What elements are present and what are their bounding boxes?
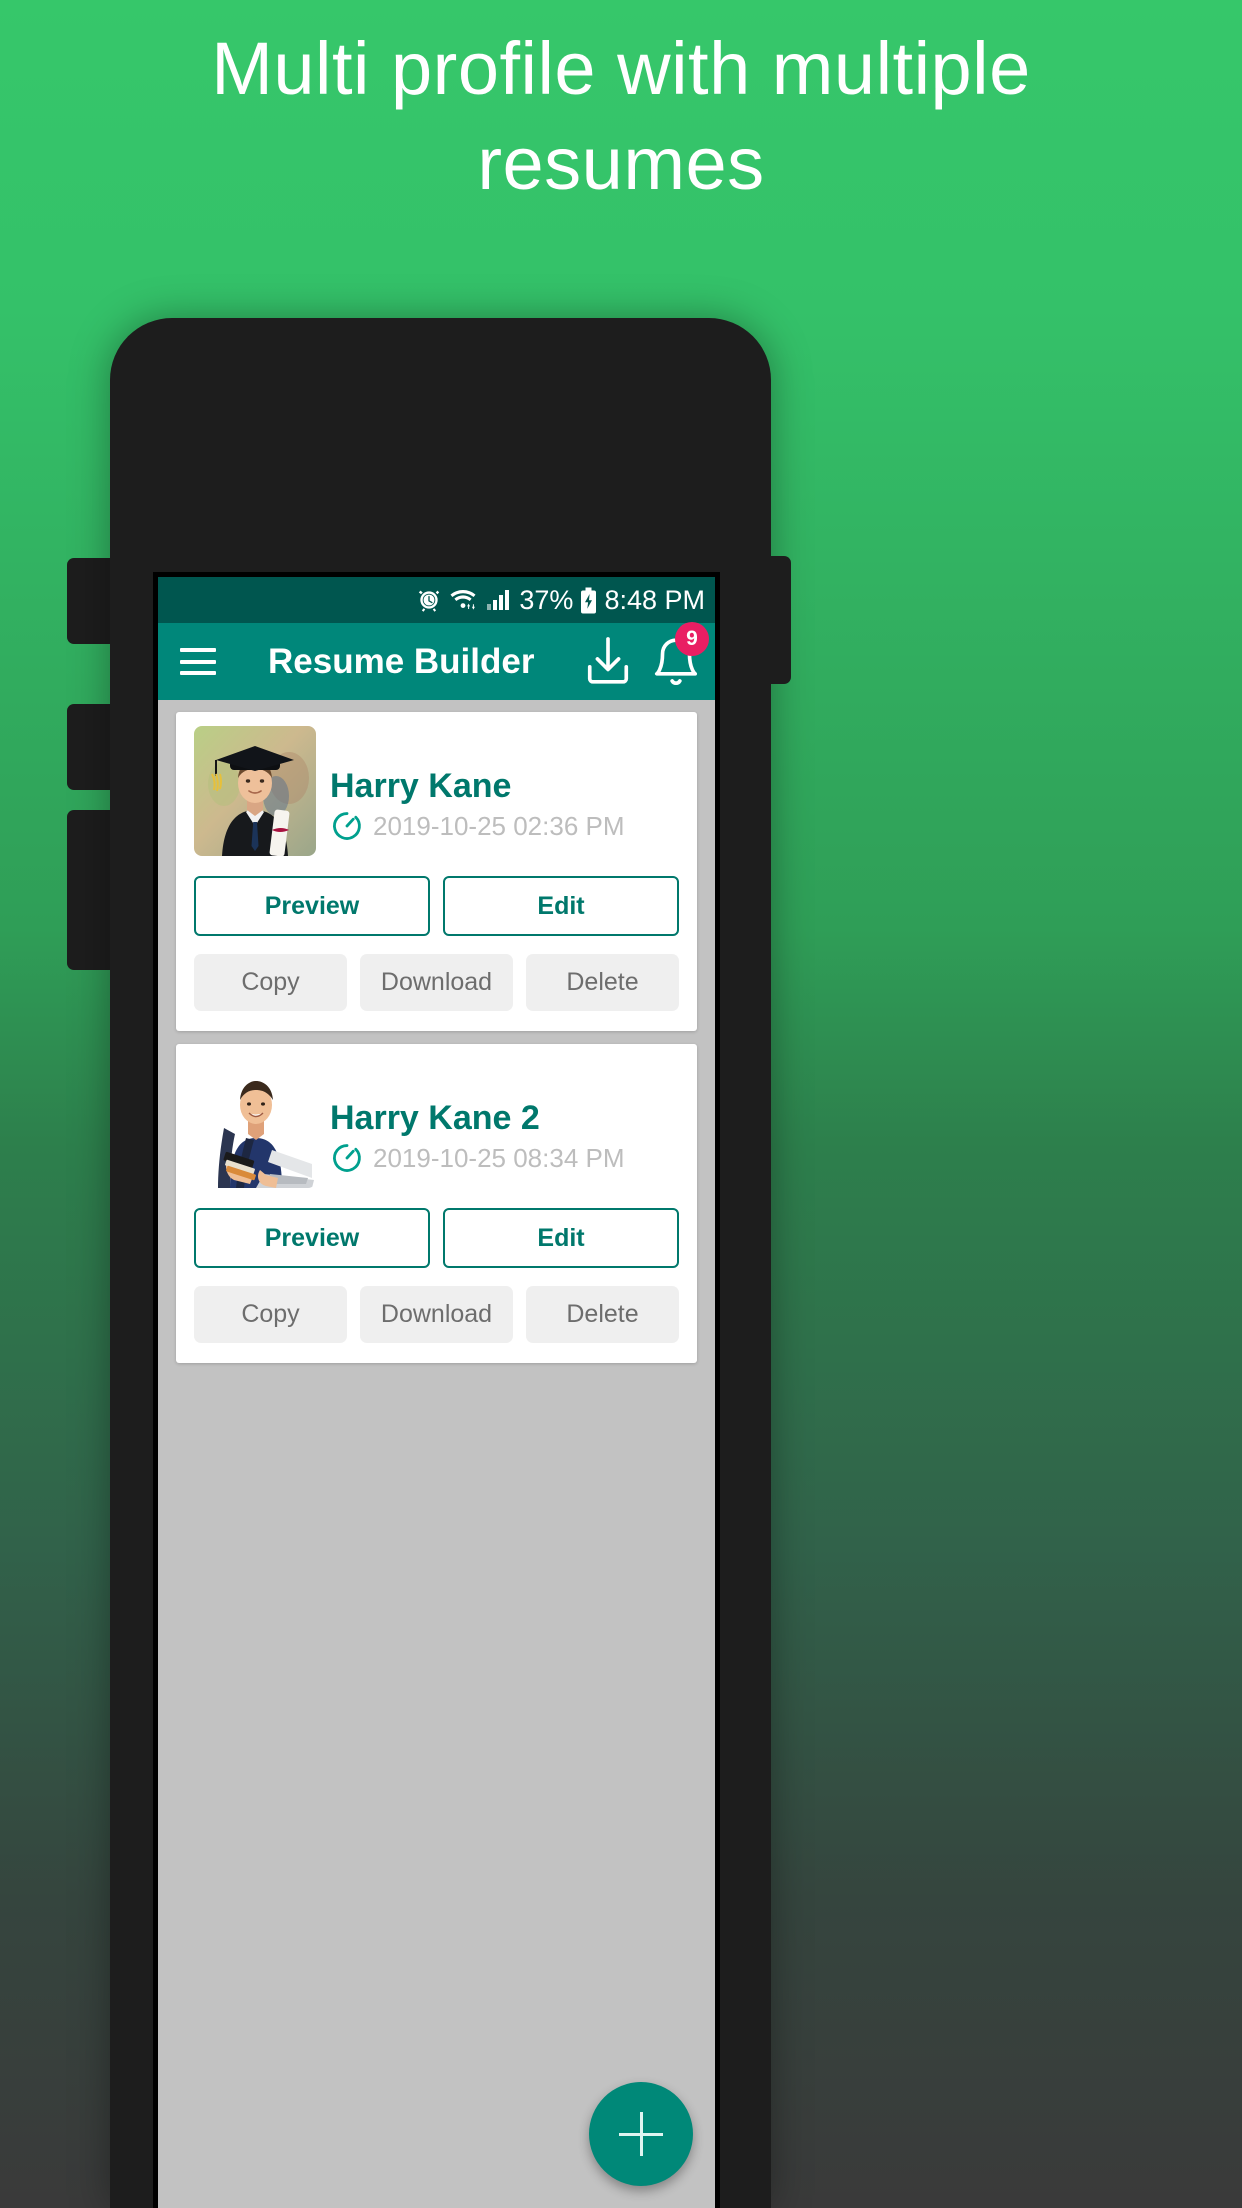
edit-button[interactable]: Edit xyxy=(443,1208,679,1268)
resume-avatar xyxy=(194,726,316,856)
resume-date: 2019-10-25 02:36 PM xyxy=(373,811,625,842)
resume-card[interactable]: Harry Kane 2019-10-25 02:36 PM Preview E… xyxy=(176,712,697,1031)
edit-button[interactable]: Edit xyxy=(443,876,679,936)
resume-name: Harry Kane 2 xyxy=(330,1099,540,1137)
phone-side-button-bottom xyxy=(67,810,113,970)
resume-list: Harry Kane 2019-10-25 02:36 PM Preview E… xyxy=(158,700,715,2208)
delete-button[interactable]: Delete xyxy=(526,954,679,1011)
phone-screen: 37% 8:48 PM Resume Builder 9 Harry Kane … xyxy=(153,572,720,2208)
hamburger-menu-icon[interactable] xyxy=(180,648,216,675)
delete-button[interactable]: Delete xyxy=(526,1286,679,1343)
phone-side-button-middle xyxy=(67,704,113,790)
resume-name: Harry Kane xyxy=(330,767,512,805)
wifi-icon xyxy=(450,590,476,610)
notification-badge: 9 xyxy=(675,622,709,656)
resume-avatar xyxy=(194,1058,316,1188)
timer-icon xyxy=(333,812,361,841)
preview-button[interactable]: Preview xyxy=(194,876,430,936)
clock-text: 8:48 PM xyxy=(604,584,705,615)
cellular-signal-icon xyxy=(487,590,510,610)
promo-headline: Multi profile with multiple resumes xyxy=(211,27,1031,205)
battery-percent-text: 37% xyxy=(519,584,574,615)
copy-button[interactable]: Copy xyxy=(194,954,347,1011)
graduate-photo xyxy=(194,726,316,856)
status-bar: 37% 8:48 PM xyxy=(158,577,715,623)
battery-charging-icon xyxy=(581,587,597,613)
add-resume-fab[interactable] xyxy=(589,2082,693,2186)
app-bar: Resume Builder 9 xyxy=(158,622,715,700)
download-icon[interactable] xyxy=(583,635,633,689)
resume-card[interactable]: Harry Kane 2 2019-10-25 08:34 PM Preview… xyxy=(176,1044,697,1363)
student-with-laptop-photo xyxy=(194,1058,316,1188)
phone-side-button-top xyxy=(67,558,113,644)
preview-button[interactable]: Preview xyxy=(194,1208,430,1268)
resume-date: 2019-10-25 08:34 PM xyxy=(373,1143,625,1174)
phone-power-button xyxy=(769,556,791,684)
page-title: Resume Builder xyxy=(268,641,535,681)
timer-icon xyxy=(333,1144,361,1173)
phone-mockup: 37% 8:48 PM Resume Builder 9 Harry Kane … xyxy=(67,318,791,2208)
alarm-icon xyxy=(419,590,440,612)
download-button[interactable]: Download xyxy=(360,954,513,1011)
plus-icon xyxy=(619,2112,663,2156)
download-button[interactable]: Download xyxy=(360,1286,513,1343)
copy-button[interactable]: Copy xyxy=(194,1286,347,1343)
